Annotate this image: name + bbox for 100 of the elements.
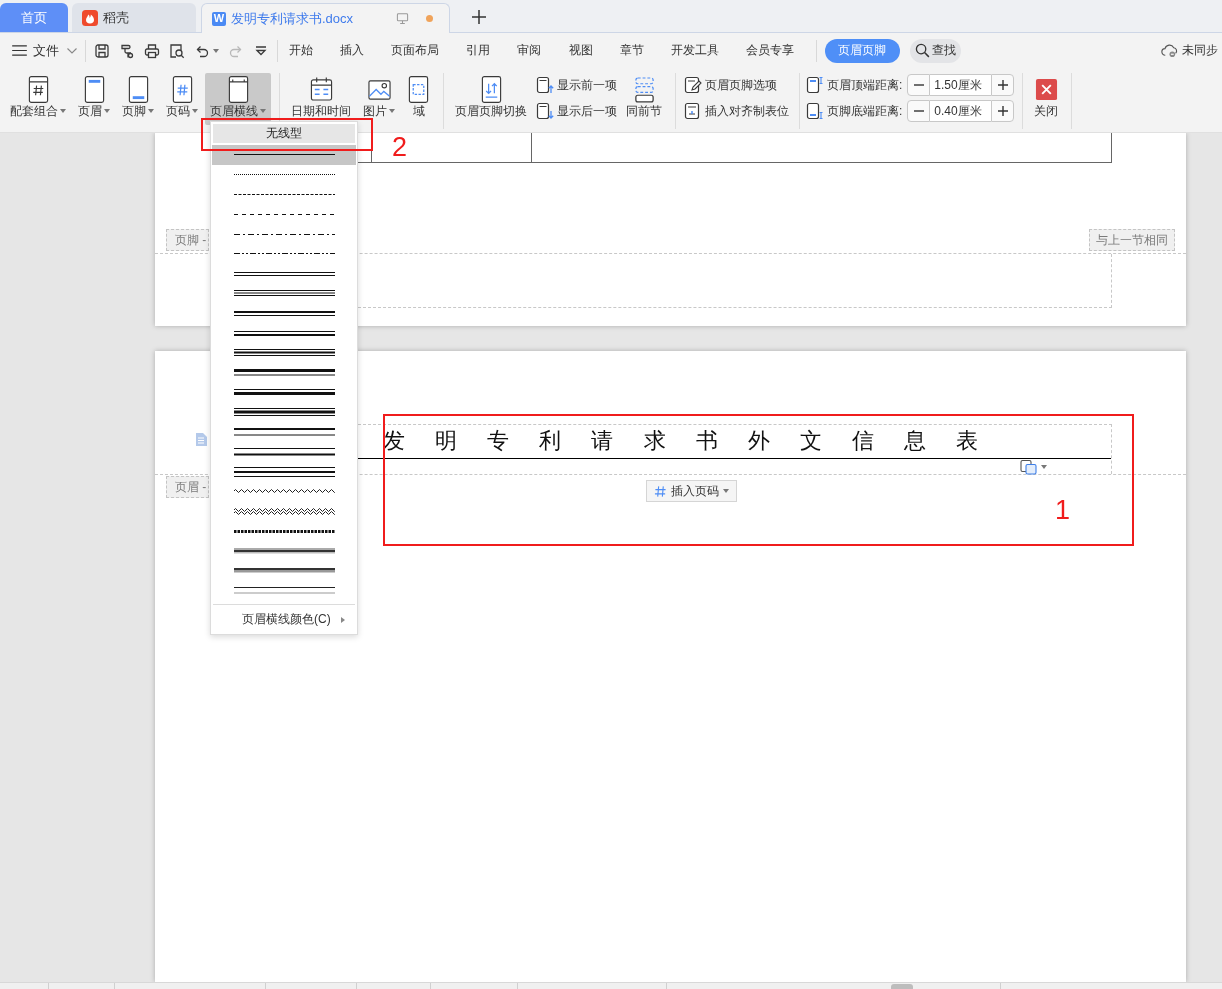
file-menu-button[interactable]: 文件 bbox=[12, 38, 77, 63]
dash-dot-line-icon bbox=[233, 233, 335, 235]
show-next-button[interactable]: 显示后一项 bbox=[534, 100, 619, 122]
search-icon bbox=[914, 43, 930, 58]
page-top-bar-icon bbox=[82, 74, 106, 104]
dash-small-line-icon bbox=[233, 194, 335, 195]
ribbon-tab[interactable]: 审阅 bbox=[503, 38, 555, 63]
page-down-arrow-icon bbox=[536, 102, 554, 120]
caret-icon bbox=[1041, 464, 1047, 469]
date-time-button[interactable]: 日期和时间 bbox=[286, 73, 356, 125]
dash-dot-stroked-line-icon bbox=[233, 529, 335, 533]
thin-thick-thin-medium-line-icon bbox=[233, 408, 335, 417]
monitor-icon[interactable] bbox=[396, 12, 409, 25]
page-top-marker-icon bbox=[806, 76, 824, 94]
tab[interactable]: 稻壳 bbox=[72, 3, 196, 32]
increase-button[interactable] bbox=[991, 100, 1015, 122]
clipboard-icon bbox=[1020, 458, 1038, 475]
ribbon-tab[interactable]: 页面布局 bbox=[377, 38, 453, 63]
sync-button[interactable]: 未同步 bbox=[1161, 42, 1218, 59]
switch-header-footer-button[interactable]: 页眉页脚切换 bbox=[450, 73, 532, 125]
scroll-thumb[interactable] bbox=[891, 984, 913, 989]
tab[interactable]: W 发明专利请求书.docx bbox=[201, 3, 450, 33]
decrease-button[interactable] bbox=[907, 100, 931, 122]
double-line-icon bbox=[233, 271, 335, 276]
menu-icon bbox=[12, 45, 27, 56]
document-icon bbox=[195, 432, 208, 447]
no-line-option[interactable]: 无线型 bbox=[213, 124, 355, 143]
ribbon-tab[interactable]: 引用 bbox=[452, 38, 504, 63]
line-color-option[interactable]: 页眉横线颜色(C) bbox=[212, 605, 356, 634]
header-button[interactable]: 页眉 bbox=[73, 73, 115, 125]
triple-line-icon bbox=[233, 290, 335, 297]
single-line-icon bbox=[233, 154, 335, 156]
same-as-previous-label: 与上一节相同 bbox=[1089, 229, 1175, 251]
increase-button[interactable] bbox=[991, 74, 1015, 96]
double-wave-line-icon bbox=[233, 507, 335, 515]
distance-field[interactable]: 1.50厘米 bbox=[930, 74, 992, 96]
page-bottom-marker-icon bbox=[806, 102, 824, 120]
insert-page-number-button[interactable]: 插入页码 bbox=[646, 480, 738, 502]
submenu-arrow-icon bbox=[340, 616, 345, 623]
engrave-line-icon bbox=[233, 567, 335, 574]
page-up-arrow-icon bbox=[536, 76, 554, 94]
thick-thin-medium-line-icon bbox=[233, 369, 335, 376]
wave-line-icon bbox=[233, 489, 335, 494]
chevron-down-icon bbox=[67, 47, 77, 54]
dash-large-line-icon bbox=[233, 213, 335, 215]
header-title: 发 明 专 利 请 求 书 外 文 信 息 表 bbox=[358, 425, 1111, 459]
plus-icon bbox=[997, 106, 1008, 116]
plus-icon bbox=[997, 80, 1008, 90]
flame-logo-icon bbox=[82, 9, 98, 26]
paint-brush-icon[interactable] bbox=[119, 42, 135, 59]
thin-thick-medium-line-icon bbox=[233, 389, 335, 396]
same-as-previous-button[interactable]: 同前节 bbox=[621, 73, 667, 125]
ribbon-tab[interactable]: 章节 bbox=[606, 38, 658, 63]
close-button[interactable]: 关闭 bbox=[1029, 73, 1064, 125]
dotted-line-icon bbox=[233, 174, 335, 176]
page-pencil-icon bbox=[684, 76, 702, 94]
thick-thin-large-line-icon bbox=[233, 428, 335, 436]
thin-thick-thin-large-line-icon bbox=[233, 466, 335, 477]
stacked-bars-icon bbox=[632, 74, 656, 104]
ribbon-tab[interactable]: 开始 bbox=[275, 38, 327, 63]
page-hash-icon bbox=[26, 74, 50, 104]
line-style-option[interactable] bbox=[212, 145, 356, 165]
ribbon-tab[interactable]: 视图 bbox=[554, 38, 607, 63]
show-previous-button[interactable]: 显示前一项 bbox=[534, 74, 619, 96]
header-label: 页眉 - bbox=[166, 476, 210, 498]
picture-button[interactable]: 图片 bbox=[358, 73, 400, 125]
outset-line-icon bbox=[233, 587, 335, 594]
thin-thick-thin-small-line-icon bbox=[233, 349, 335, 357]
cloud-icon bbox=[1161, 43, 1178, 58]
page-tab-icon bbox=[684, 102, 702, 120]
ribbon-tab[interactable]: 插入 bbox=[326, 38, 378, 63]
annotation-number: 1 bbox=[1055, 497, 1071, 524]
page-number-button[interactable]: 页码 bbox=[161, 73, 203, 125]
document-logo: W bbox=[212, 11, 226, 26]
ribbon-tab[interactable]: 会员专享 bbox=[732, 38, 808, 63]
page-magnifier-icon[interactable] bbox=[169, 42, 185, 59]
emboss-line-icon bbox=[233, 548, 335, 554]
paste-options-button[interactable] bbox=[1020, 459, 1047, 474]
dashed-frame-page-icon bbox=[407, 74, 430, 104]
printer-icon[interactable] bbox=[144, 42, 160, 59]
page-bottom-bar-icon bbox=[126, 74, 150, 104]
hash-icon bbox=[654, 484, 668, 498]
page-arrows-icon bbox=[479, 74, 503, 104]
save-icon[interactable] bbox=[94, 42, 110, 59]
header-footer-options-button[interactable]: 页眉页脚选项 bbox=[682, 74, 791, 96]
decrease-button[interactable] bbox=[907, 74, 931, 96]
thick-thin-small-line-icon bbox=[233, 310, 335, 316]
plus-icon[interactable] bbox=[472, 10, 486, 24]
ribbon-tab[interactable]: 开发工具 bbox=[657, 38, 733, 63]
combo-button[interactable]: 配套组合 bbox=[5, 73, 71, 125]
footer-label: 页脚 - bbox=[166, 229, 210, 251]
distance-label: 页眉顶端距离: bbox=[827, 76, 903, 94]
footer-button[interactable]: 页脚 bbox=[117, 73, 159, 125]
field-button[interactable]: 域 bbox=[402, 73, 435, 125]
page-hash-icon bbox=[170, 74, 194, 104]
distance-label: 页脚底端距离: bbox=[827, 102, 903, 120]
annotation-number: 2 bbox=[392, 134, 408, 161]
distance-field[interactable]: 0.40厘米 bbox=[930, 100, 992, 122]
insert-tab-stop-button[interactable]: 插入对齐制表位 bbox=[682, 100, 791, 122]
search-button[interactable]: 查找 bbox=[909, 38, 961, 63]
